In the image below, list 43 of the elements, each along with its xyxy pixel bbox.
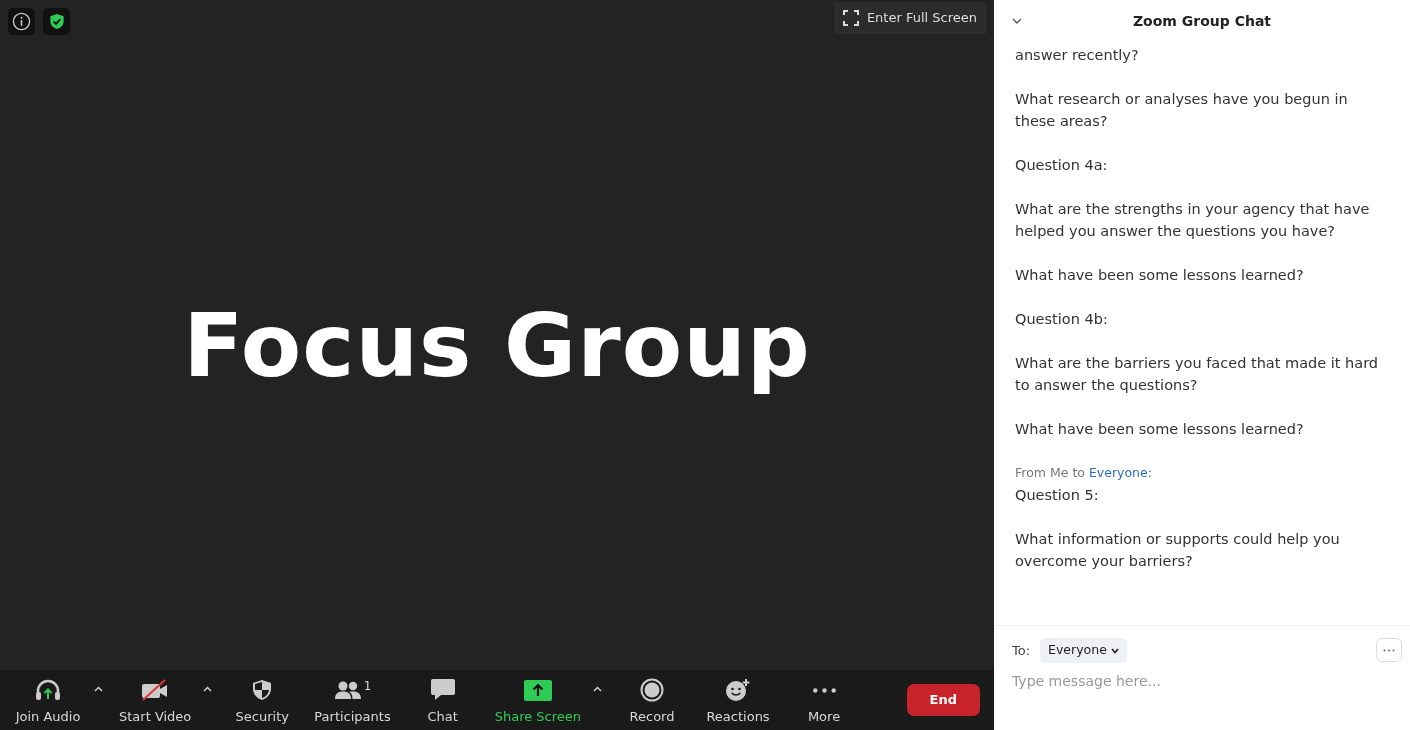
shield-icon: [252, 679, 273, 702]
chat-message: What have been some lessons learned?: [1015, 420, 1305, 439]
shared-screen-title: Focus Group: [183, 293, 811, 399]
caret-icon: [203, 685, 213, 692]
chat-message: Question 4a:: [1015, 156, 1109, 175]
toolbar-button[interactable]: Chat: [402, 671, 483, 729]
headphones-icon: [34, 679, 62, 702]
people-icon: [333, 679, 362, 702]
chat-message: What are the strengths in your agency that have helped you answer the questions you have?: [1015, 200, 1371, 241]
chat-title: Zoom Group Chat: [1131, 11, 1273, 31]
to-label: To:: [1012, 641, 1031, 660]
collapse-chevron-icon[interactable]: [1012, 17, 1022, 25]
recipient-dropdown[interactable]: Everyone: [1040, 638, 1127, 663]
fullscreen-icon: [842, 10, 859, 26]
toolbar-button[interactable]: Record: [612, 671, 693, 729]
toolbar-button[interactable]: Start Video: [113, 671, 198, 729]
toolbar-button[interactable]: More: [784, 671, 865, 729]
participant-count: 1: [363, 678, 372, 696]
toolbar-button[interactable]: Share Screen: [488, 671, 588, 729]
caret-icon: [593, 685, 603, 692]
chat-message: answer recently?: [1015, 46, 1140, 65]
chat-message: What have been some lessons learned?: [1015, 266, 1305, 285]
toolbar-button[interactable]: 1 Participants: [308, 671, 397, 729]
toolbar-button[interactable]: Security: [222, 671, 303, 729]
chat-message: Question 5:: [1015, 486, 1100, 505]
record-icon: [640, 678, 665, 703]
toolbar-button[interactable]: Join Audio: [8, 671, 88, 729]
speech-bubble-icon: [429, 678, 456, 703]
chat-message: What information or supports could help you overcome your barriers?: [1015, 530, 1341, 571]
sender-line: From Me to Everyone:: [1015, 464, 1153, 482]
shield-check-icon[interactable]: [43, 7, 70, 35]
ellipsis-icon: [812, 687, 836, 693]
chevron-down-icon: [1110, 647, 1119, 654]
chat-message: What research or analyses have you begun in these areas?: [1015, 90, 1349, 131]
smiley-icon: [725, 678, 752, 703]
end-meeting-button[interactable]: End: [906, 684, 980, 716]
info-icon[interactable]: [8, 7, 35, 35]
enter-full-screen-button[interactable]: Enter Full Screen: [833, 2, 986, 34]
chat-message: What are the barriers you faced that made it hard to answer the questions?: [1015, 354, 1380, 395]
chat-message: Question 4b:: [1015, 310, 1109, 329]
caret-icon: [94, 685, 103, 692]
toolbar-button[interactable]: Reactions: [698, 671, 779, 729]
ellipsis-icon: [1383, 648, 1395, 652]
